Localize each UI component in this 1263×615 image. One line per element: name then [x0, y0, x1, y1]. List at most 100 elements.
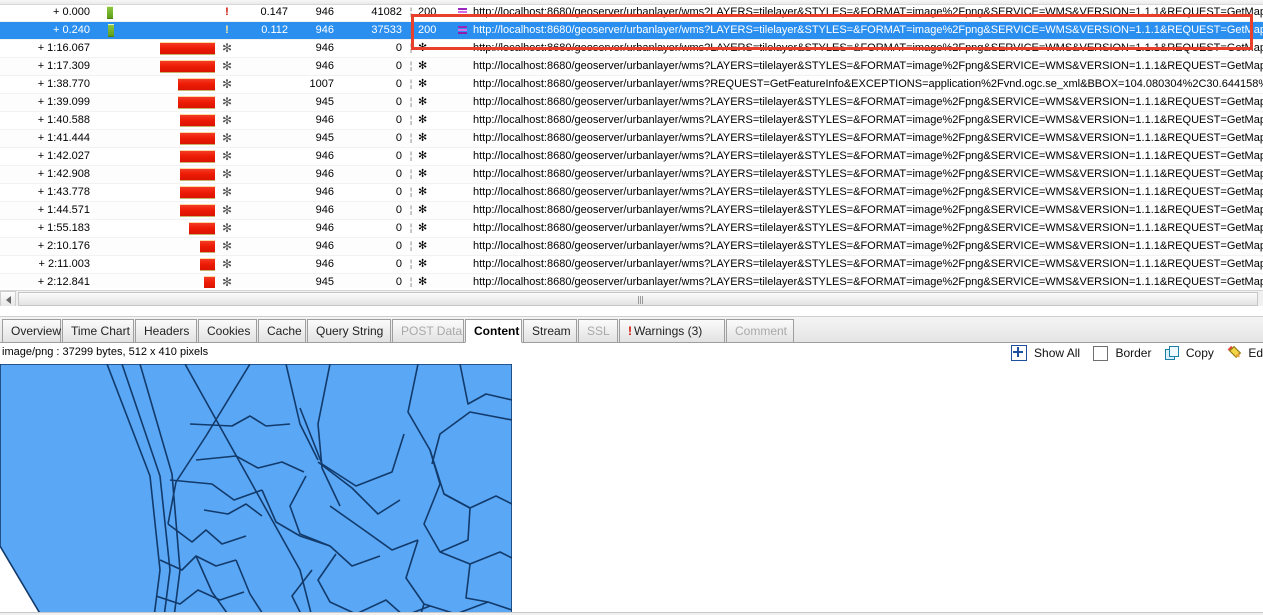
cell-tick-marker: ¦	[406, 256, 416, 273]
cell-timing-chart	[103, 96, 215, 109]
tab-stream[interactable]: Stream	[523, 319, 577, 342]
table-row[interactable]: + 2:11.003✻9460¦✻http://localhost:8680/g…	[0, 256, 1263, 274]
cell-duration: 0.147	[238, 4, 288, 21]
cell-url: http://localhost:8680/geoserver/urbanlay…	[473, 112, 1263, 129]
tab-query-string[interactable]: Query String	[307, 319, 391, 342]
cell-warning-icon: ✻	[216, 58, 238, 75]
cell-sent-bytes: 946	[294, 40, 334, 57]
table-row[interactable]: + 1:41.444✻9450¦✻http://localhost:8680/g…	[0, 130, 1263, 148]
cell-timing-chart	[103, 240, 215, 253]
cell-warning-icon: !	[216, 4, 238, 21]
cell-sent-bytes: 946	[294, 202, 334, 219]
cell-result-code: ✻	[418, 220, 458, 237]
request-grid[interactable]: + 0.000!0.14794641082¦200http://localhos…	[0, 0, 1263, 288]
cell-timing-chart	[103, 60, 215, 73]
scroll-left-arrow-button[interactable]	[0, 291, 16, 307]
document-icon	[458, 25, 469, 36]
cell-timing-chart	[103, 78, 215, 91]
chevron-left-icon	[6, 296, 11, 304]
cell-received-bytes: 0	[340, 220, 402, 237]
border-checkbox[interactable]: Border	[1093, 345, 1151, 360]
cell-time: + 1:55.183	[0, 220, 96, 237]
tab-label: Cookies	[207, 324, 250, 338]
table-row[interactable]: + 1:17.309✻9460¦✻http://localhost:8680/g…	[0, 58, 1263, 76]
cell-result-code: ✻	[418, 274, 458, 288]
table-row[interactable]: + 1:43.778✻9460¦✻http://localhost:8680/g…	[0, 184, 1263, 202]
edit-pencil-icon	[1224, 344, 1244, 364]
table-row[interactable]: + 1:55.183✻9460¦✻http://localhost:8680/g…	[0, 220, 1263, 238]
tab-label: Stream	[532, 324, 571, 338]
cell-warning-icon: ✻	[216, 220, 238, 237]
table-row[interactable]: + 0.240!0.11294637533¦200http://localhos…	[0, 22, 1263, 40]
cell-result-code: ✻	[418, 202, 458, 219]
cell-sent-bytes: 946	[294, 58, 334, 75]
grid-rows[interactable]: + 0.000!0.14794641082¦200http://localhos…	[0, 4, 1263, 288]
cell-received-bytes: 0	[340, 256, 402, 273]
cell-tick-marker: ¦	[406, 202, 416, 219]
cell-result-code: 200	[418, 22, 458, 39]
cell-tick-marker: ¦	[406, 112, 416, 129]
timing-bar	[180, 168, 215, 181]
table-row[interactable]: + 1:44.571✻9460¦✻http://localhost:8680/g…	[0, 202, 1263, 220]
content-image-pane[interactable]	[0, 364, 1263, 612]
table-row[interactable]: + 1:38.770✻10070¦✻http://localhost:8680/…	[0, 76, 1263, 94]
tab-comment: Comment	[726, 319, 794, 342]
copy-label: Copy	[1186, 346, 1214, 360]
table-row[interactable]: + 1:42.027✻9460¦✻http://localhost:8680/g…	[0, 148, 1263, 166]
tab-label: SSL	[587, 324, 610, 338]
cell-warning-icon: ✻	[216, 112, 238, 129]
cell-tick-marker: ¦	[406, 220, 416, 237]
scrollbar-thumb[interactable]	[18, 292, 1258, 306]
show-all-button[interactable]: Show All	[1011, 345, 1080, 361]
cell-time: + 2:11.003	[0, 256, 96, 273]
timing-bar	[180, 150, 215, 163]
cell-result-code: ✻	[418, 112, 458, 129]
cell-timing-chart	[103, 258, 215, 271]
table-row[interactable]: + 1:40.588✻9460¦✻http://localhost:8680/g…	[0, 112, 1263, 130]
cell-received-bytes: 0	[340, 130, 402, 147]
table-row[interactable]: + 2:10.176✻9460¦✻http://localhost:8680/g…	[0, 238, 1263, 256]
tab-cache[interactable]: Cache	[258, 319, 306, 342]
border-checkbox-icon[interactable]	[1093, 346, 1108, 361]
cell-sent-bytes: 946	[294, 22, 334, 39]
cell-time: + 1:40.588	[0, 112, 96, 129]
cell-url: http://localhost:8680/geoserver/urbanlay…	[473, 130, 1263, 147]
cell-url: http://localhost:8680/geoserver/urbanlay…	[473, 148, 1263, 165]
cell-timing-chart	[103, 150, 215, 163]
table-row[interactable]: + 1:16.067✻9460¦✻http://localhost:8680/g…	[0, 40, 1263, 58]
edit-button[interactable]: Ed	[1227, 346, 1263, 361]
tab-content[interactable]: Content	[465, 319, 522, 343]
tab-warnings-3[interactable]: !Warnings (3)	[619, 319, 725, 342]
table-row[interactable]: + 2:12.841✻9450¦✻http://localhost:8680/g…	[0, 274, 1263, 288]
detail-tab-bar[interactable]: OverviewTime ChartHeaders Cookies Cache Que…	[0, 317, 1263, 343]
copy-button[interactable]: Copy	[1165, 346, 1214, 361]
copy-icon	[1165, 346, 1179, 360]
tab-label: POST Data	[401, 324, 462, 338]
timing-bar	[108, 24, 114, 37]
cell-content-type-icon	[458, 25, 472, 36]
cell-received-bytes: 41082	[340, 4, 402, 21]
tab-cookies[interactable]: Cookies	[198, 319, 257, 342]
timing-bar	[180, 186, 215, 199]
cell-time: + 2:10.176	[0, 238, 96, 255]
show-all-label: Show All	[1034, 346, 1080, 360]
timing-bar	[180, 132, 215, 145]
content-toolbar[interactable]: Show All Border Copy Ed	[1001, 345, 1263, 363]
cell-received-bytes: 0	[340, 76, 402, 93]
table-row[interactable]: + 1:39.099✻9450¦✻http://localhost:8680/g…	[0, 94, 1263, 112]
cell-tick-marker: ¦	[406, 274, 416, 288]
table-row[interactable]: + 1:42.908✻9460¦✻http://localhost:8680/g…	[0, 166, 1263, 184]
tab-time-chart[interactable]: Time Chart	[62, 319, 134, 342]
tab-label: Query String	[316, 324, 383, 338]
tab-headers[interactable]: Headers	[135, 319, 197, 342]
cell-duration: 0.112	[238, 22, 288, 39]
cell-result-code: 200	[418, 4, 458, 21]
tab-label: Overview	[11, 324, 61, 338]
table-row[interactable]: + 0.000!0.14794641082¦200http://localhos…	[0, 4, 1263, 22]
cell-sent-bytes: 945	[294, 130, 334, 147]
cell-timing-chart	[103, 42, 215, 55]
tab-overview[interactable]: Overview	[2, 319, 61, 342]
tab-label: Content	[474, 324, 519, 338]
cell-sent-bytes: 946	[294, 220, 334, 237]
cell-time: + 1:44.571	[0, 202, 96, 219]
